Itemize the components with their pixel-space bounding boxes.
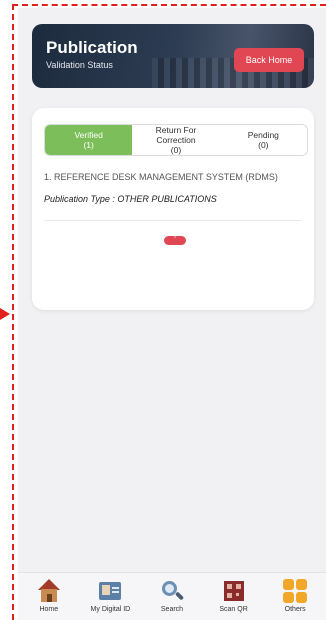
nav-item-home[interactable]: Home xyxy=(18,573,80,620)
collapse-button[interactable]: ˆ xyxy=(164,236,186,245)
nav-label-search: Search xyxy=(160,606,184,613)
annotation-dashed-top xyxy=(12,4,326,6)
card-divider xyxy=(44,220,302,221)
annotation-arrow xyxy=(0,308,10,320)
tab-return-label: Return For Correction xyxy=(155,125,197,145)
publication-item-title: 1. REFERENCE DESK MANAGEMENT SYSTEM (RDM… xyxy=(44,172,278,182)
nav-item-scan-qr[interactable]: Scan QR xyxy=(203,573,265,620)
home-icon xyxy=(36,579,62,603)
chevron-up-icon: ˆ xyxy=(173,237,177,244)
tab-pending[interactable]: Pending (0) xyxy=(220,125,307,155)
grid-icon xyxy=(282,579,308,603)
tab-verified-count: (1) xyxy=(83,140,94,150)
header-banner: Publication Validation Status Back Home xyxy=(32,24,314,88)
nav-label-others: Others xyxy=(284,606,306,613)
publication-item-type: Publication Type : OTHER PUBLICATIONS xyxy=(44,194,217,204)
annotation-dashed-left xyxy=(12,4,14,620)
status-tabs: Verified (1) Return For Correction (0) P… xyxy=(44,124,308,156)
publication-card: Verified (1) Return For Correction (0) P… xyxy=(32,108,314,310)
app-screen: Publication Validation Status Back Home … xyxy=(18,8,326,620)
page-subtitle: Validation Status xyxy=(46,60,113,70)
tab-return-for-correction[interactable]: Return For Correction (0) xyxy=(132,125,219,155)
bottom-navigation: Home My Digital ID Search Scan QR Others xyxy=(18,572,326,620)
back-home-button[interactable]: Back Home xyxy=(234,48,304,72)
qr-icon xyxy=(221,579,247,603)
id-card-icon xyxy=(97,579,123,603)
nav-item-others[interactable]: Others xyxy=(264,573,326,620)
search-icon xyxy=(159,579,185,603)
nav-item-search[interactable]: Search xyxy=(141,573,203,620)
nav-label-my-digital-id: My Digital ID xyxy=(90,606,131,613)
tab-return-count: (0) xyxy=(170,145,182,155)
tab-verified[interactable]: Verified (1) xyxy=(45,125,133,155)
page-title: Publication xyxy=(46,38,138,57)
nav-label-home: Home xyxy=(39,606,59,613)
nav-label-scan-qr: Scan QR xyxy=(219,606,248,613)
tab-pending-count: (0) xyxy=(258,140,269,150)
nav-item-my-digital-id[interactable]: My Digital ID xyxy=(80,573,142,620)
tab-verified-label: Verified xyxy=(74,130,103,140)
tab-pending-label: Pending xyxy=(247,130,279,140)
